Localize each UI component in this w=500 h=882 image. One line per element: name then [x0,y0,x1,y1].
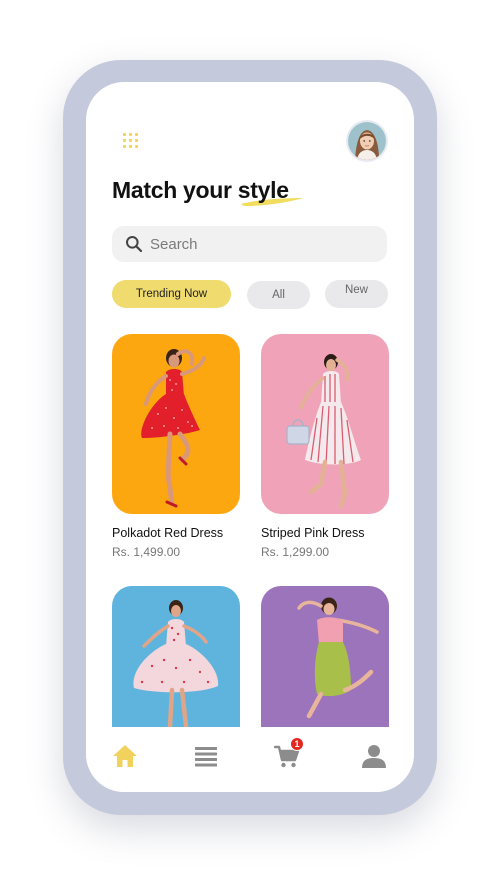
filter-trending-now[interactable]: Trending Now [112,280,231,308]
app-screen: Match your style Trending Now All New [86,82,414,792]
search-input[interactable] [150,235,370,253]
search-icon [126,236,143,253]
product-name: Striped Pink Dress [261,526,365,540]
title-prefix: Match your [112,177,238,203]
profile-icon[interactable] [361,743,387,769]
product-name: Polkadot Red Dress [112,526,224,540]
filter-all[interactable]: All [247,281,310,309]
search-bar[interactable] [112,226,387,262]
title-highlight: style [237,177,289,203]
avatar[interactable] [348,122,386,160]
product-price: Rs. 1,499.00 [112,545,181,559]
page-title: Match your style [112,177,289,204]
bottom-nav: 1 [86,727,414,792]
list-icon[interactable] [193,743,219,769]
home-icon[interactable] [112,743,138,769]
product-card[interactable]: Polkadot Red Dress Rs. 1,499.00 [112,334,240,559]
product-price: Rs. 1,299.00 [261,545,330,559]
product-image [261,334,389,514]
filter-new[interactable]: New [325,280,388,308]
product-image [112,334,240,514]
grid-menu-icon[interactable] [123,133,138,148]
product-card[interactable]: Striped Pink Dress Rs. 1,299.00 [261,334,389,559]
cart-count-badge: 1 [290,737,304,751]
